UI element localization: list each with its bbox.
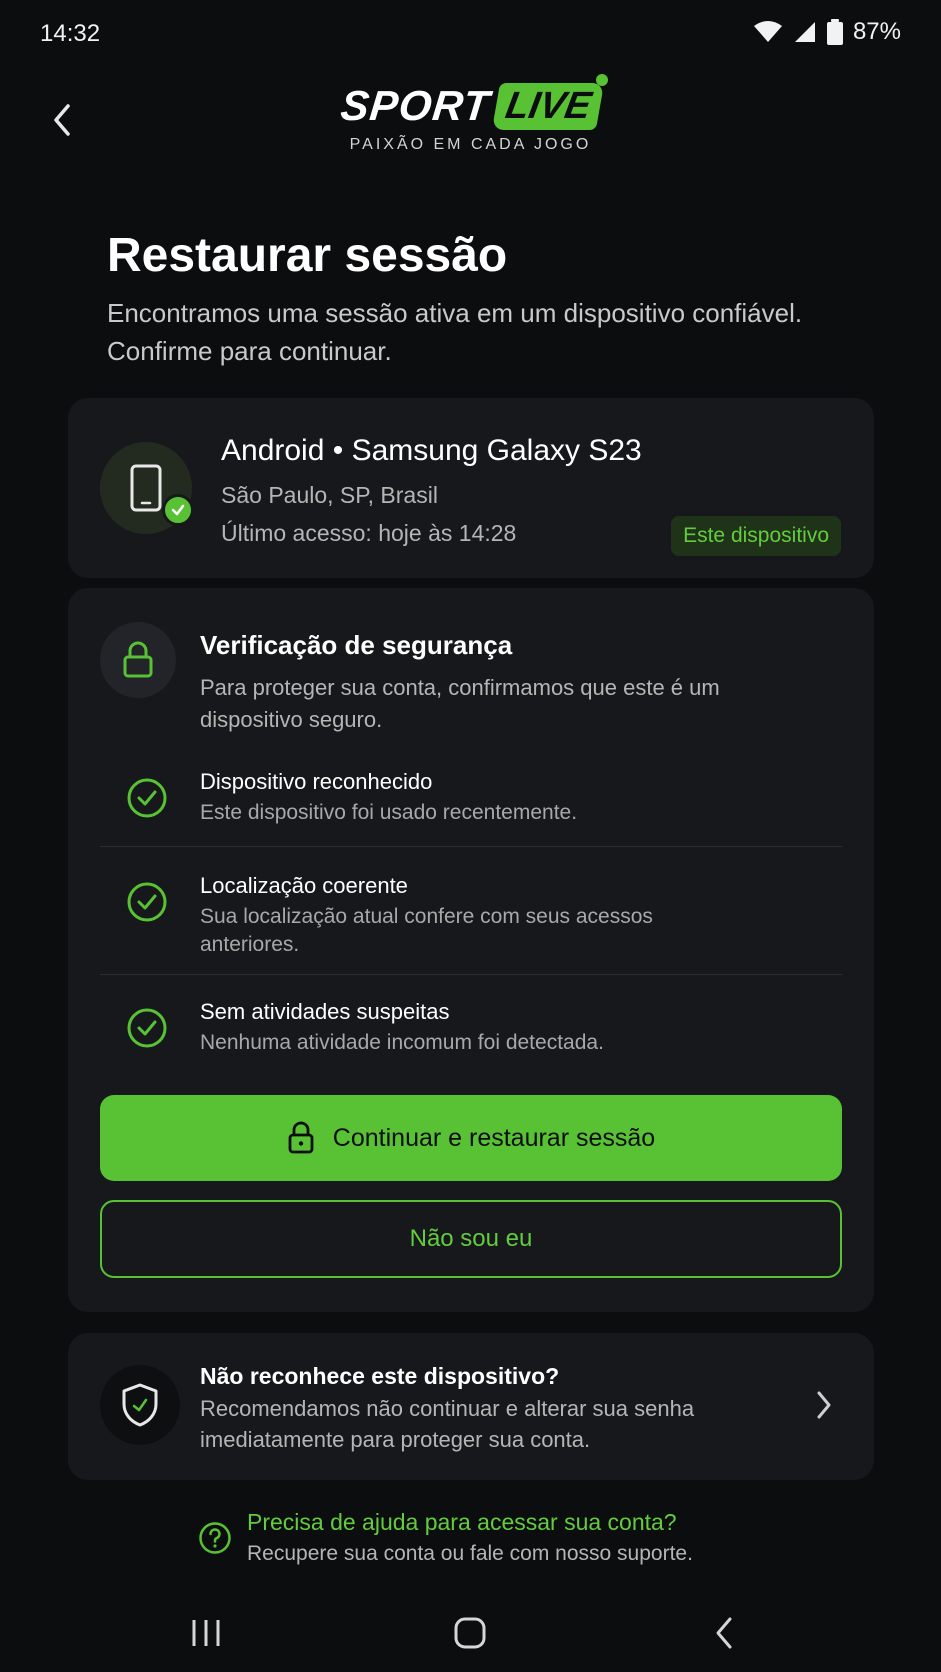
security-card: Verificação de segurança Para proteger s… <box>68 588 874 1312</box>
logo-live: LIVE <box>491 82 605 130</box>
unrecognized-device-card[interactable]: Não reconhece este dispositivo? Recomend… <box>68 1333 874 1480</box>
nav-back-button[interactable] <box>694 1608 754 1658</box>
continue-restore-session-button[interactable]: Continuar e restaurar sessão <box>100 1095 842 1181</box>
device-name: Android • Samsung Galaxy S23 <box>221 434 642 467</box>
logo-dot <box>596 74 609 86</box>
recents-icon <box>192 1620 220 1646</box>
this-device-badge: Este dispositivo <box>671 516 841 556</box>
status-time: 14:32 <box>40 20 101 47</box>
recents-button[interactable] <box>176 1608 236 1658</box>
check-description: Este dispositivo foi usado recentemente. <box>200 801 578 824</box>
page-title: Restaurar sessão <box>107 229 508 282</box>
brand-logo: SPORT LIVE PAIXÃO EM CADA JOGO <box>0 74 941 154</box>
check-title: Dispositivo reconhecido <box>200 769 433 794</box>
divider <box>100 846 842 847</box>
nav-back-icon <box>716 1617 732 1649</box>
battery-icon <box>826 19 843 45</box>
security-description: Para proteger sua conta, confirmamos que… <box>200 675 720 732</box>
warning-description: Recomendamos não continuar e alterar sua… <box>200 1396 695 1452</box>
wifi-icon <box>753 21 782 42</box>
check-circle-icon <box>127 778 167 818</box>
check-title: Sem atividades suspeitas <box>200 999 450 1024</box>
check-icon <box>171 504 185 516</box>
warning-title: Não reconhece este dispositivo? <box>200 1363 560 1389</box>
phone-icon <box>130 464 162 512</box>
status-icons: 87% <box>753 18 901 46</box>
shield-avatar <box>100 1365 180 1445</box>
logo-sport: SPORT <box>338 82 493 129</box>
home-button[interactable] <box>440 1608 500 1658</box>
check-circle-icon <box>127 1008 167 1048</box>
check-circle-icon <box>127 882 167 922</box>
battery-level: 87% <box>852 18 901 45</box>
device-card: Android • Samsung Galaxy S23 São Paulo, … <box>68 398 874 578</box>
help-description: Recupere sua conta ou fale com nosso sup… <box>247 1542 693 1565</box>
device-last-access: Último acesso: hoje às 14:28 <box>221 520 517 546</box>
help-link[interactable]: Precisa de ajuda para acessar sua conta? <box>247 1509 677 1536</box>
lock-icon <box>288 1121 314 1154</box>
divider <box>100 974 842 975</box>
continue-button-label: Continuar e restaurar sessão <box>332 1123 656 1152</box>
device-avatar <box>100 442 194 534</box>
page-subtitle: Encontramos uma sessão ativa em um dispo… <box>107 298 803 366</box>
help-circle-icon <box>199 1522 231 1554</box>
chevron-right-icon <box>817 1391 831 1419</box>
device-verified-badge <box>162 494 194 526</box>
device-location: São Paulo, SP, Brasil <box>221 482 438 508</box>
not-me-button[interactable]: Não sou eu <box>100 1200 842 1278</box>
system-nav-bar <box>0 1600 941 1672</box>
check-description: Sua localização atual confere com seus a… <box>200 905 653 956</box>
signal-icon <box>794 22 815 42</box>
logo-tagline: PAIXÃO EM CADA JOGO <box>349 136 592 153</box>
home-icon <box>454 1617 486 1649</box>
lock-icon <box>123 641 153 678</box>
check-title: Localização coerente <box>200 873 408 898</box>
security-lock-avatar <box>100 622 176 698</box>
shield-icon <box>122 1383 158 1427</box>
not-me-button-label: Não sou eu <box>409 1225 533 1252</box>
check-description: Nenhuma atividade incomum foi detectada. <box>200 1031 604 1054</box>
security-title: Verificação de segurança <box>200 630 513 660</box>
